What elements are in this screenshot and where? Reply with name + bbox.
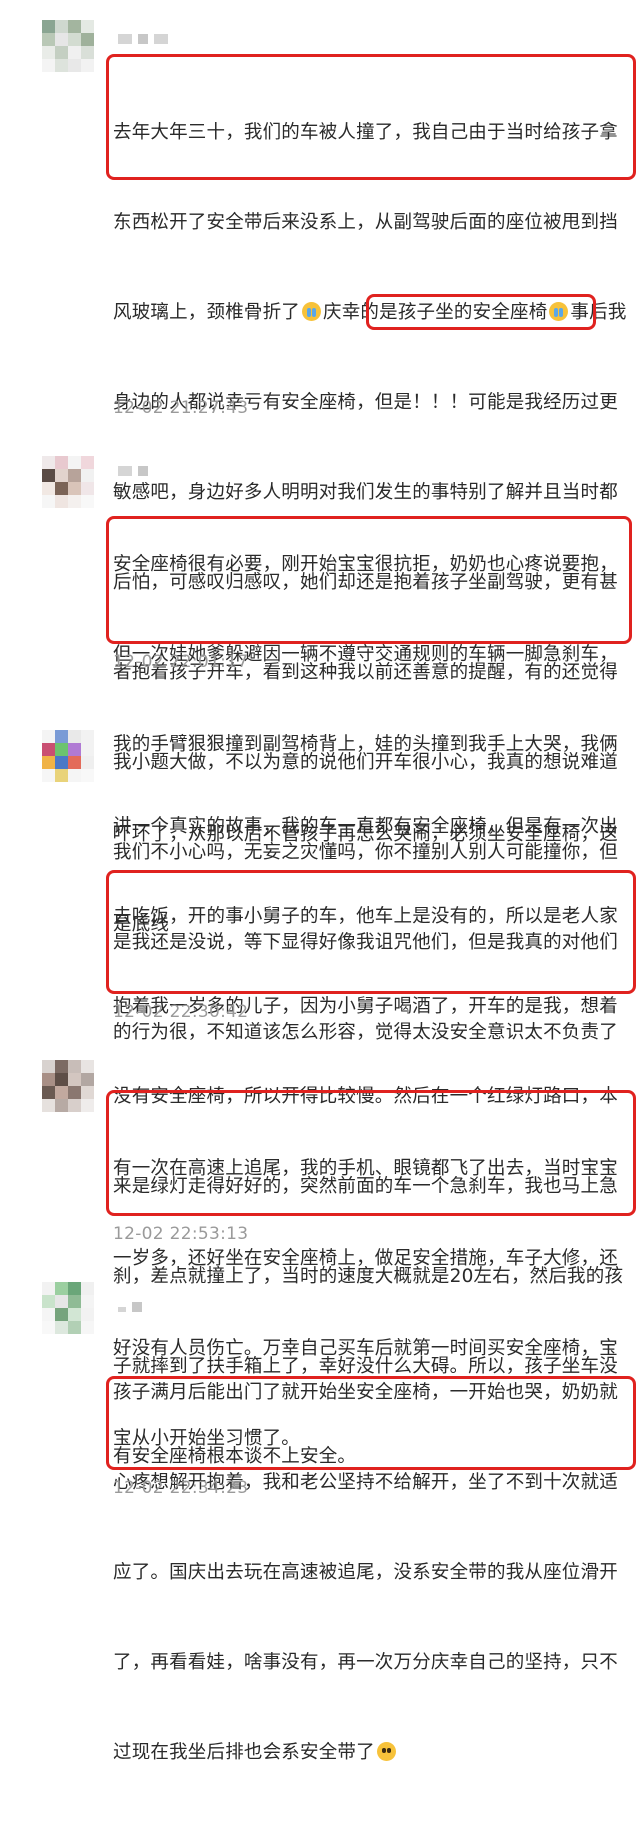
comment-line: 讲一个真实的故事，我的车一直都有安全座椅，但是有一次出 — [113, 816, 618, 837]
tears-of-joy-icon — [376, 1742, 396, 1761]
comment-line: 孩子满月后能出门了就开始坐安全座椅，一开始也哭，奶奶就 — [113, 1382, 618, 1403]
comment-line: 去年大年三十，我们的车被人撞了，我自己由于当时给孩子拿 — [113, 122, 618, 143]
timestamp: 12-02 22:53:13 — [113, 1224, 249, 1244]
comment-line: 一岁多，还好坐在安全座椅上，做足安全措施，车子大修，还 — [113, 1248, 618, 1269]
timestamp: 12-02 21:27:43 — [113, 398, 249, 418]
timestamp: 12-02 22:01:17 — [113, 652, 249, 672]
avatar[interactable] — [42, 20, 94, 72]
avatar[interactable] — [42, 730, 94, 782]
avatar[interactable] — [42, 456, 94, 508]
comment-line: 东西松开了安全带后来没系上，从副驾驶后面的座位被甩到挡 — [113, 212, 618, 233]
comment-line: 安全座椅很有必要，刚开始宝宝很抗拒，奶奶也心疼说要抱， — [113, 554, 618, 575]
comment-line: 了，再看看娃，啥事没有，再一次万分庆幸自己的坚持，只不 — [113, 1652, 618, 1673]
username[interactable] — [118, 34, 168, 44]
avatar[interactable] — [42, 1282, 94, 1334]
username[interactable] — [118, 466, 148, 476]
comment-line: 过现在我坐后排也会系安全带了 — [113, 1742, 375, 1763]
crying-face-icon — [302, 302, 322, 321]
username[interactable] — [118, 1302, 142, 1312]
crying-face-icon — [549, 302, 569, 321]
avatar[interactable] — [42, 1060, 94, 1112]
comment-line: 事后我 — [570, 302, 627, 323]
comment-line: 庆幸的是孩子坐的安全座椅 — [323, 302, 548, 323]
comment-line: 有一次在高速上追尾，我的手机、眼镜都飞了出去，当时宝宝 — [113, 1158, 618, 1179]
comment-line: 应了。国庆出去玩在高速被追尾，没系安全带的我从座位滑开 — [113, 1562, 618, 1583]
timestamp: 12-02 22:34:23 — [113, 1478, 249, 1498]
comment-text: 孩子满月后能出门了就开始坐安全座椅，一开始也哭，奶奶就 心疼想解开抱着，我和老公… — [113, 1318, 633, 1828]
comment-line: 去吃饭，开的事小舅子的车，他车上是没有的，所以是老人家 — [113, 906, 618, 927]
timestamp: 12-02 22:30:42 — [113, 1002, 249, 1022]
comment-line: 风玻璃上，颈椎骨折了 — [113, 302, 301, 323]
